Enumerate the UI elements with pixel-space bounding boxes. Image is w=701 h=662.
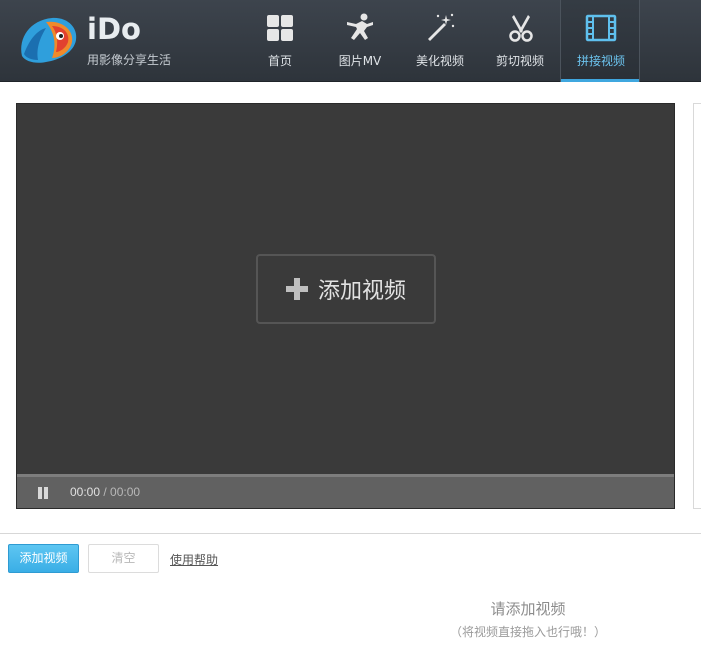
clear-button[interactable]: 清空 — [88, 544, 159, 573]
help-link[interactable]: 使用帮助 — [170, 551, 218, 568]
nav-item-label: 图片MV — [338, 54, 382, 68]
empty-state-title: 请添加视频 — [490, 600, 566, 618]
add-video-placeholder-button[interactable]: 添加视频 — [256, 254, 436, 324]
player-controls: 00:00 / 00:00 — [17, 477, 674, 508]
nav-item-beautify-video[interactable]: 美化视频 — [400, 0, 480, 82]
nav-item-photo-mv[interactable]: 图片MV — [320, 0, 400, 82]
film-strip-icon — [585, 14, 617, 42]
magic-wand-icon — [428, 13, 455, 41]
nav-item-label: 首页 — [267, 54, 292, 68]
video-player: 添加视频 00:00 / 00:00 — [16, 103, 675, 509]
nav-item-label: 剪切视频 — [495, 54, 544, 68]
add-video-button[interactable]: 添加视频 — [8, 544, 79, 573]
grid-icon — [267, 15, 293, 41]
pause-icon[interactable] — [37, 487, 49, 499]
time-separator: / — [100, 485, 111, 499]
nav-item-merge-video[interactable]: 拼接视频 — [560, 0, 640, 82]
time-display: 00:00 / 00:00 — [70, 485, 140, 499]
dancer-icon — [347, 13, 373, 40]
divider — [0, 533, 701, 534]
nav-item-home[interactable]: 首页 — [240, 0, 320, 82]
plus-icon — [285, 278, 308, 300]
total-time: 00:00 — [110, 485, 141, 499]
clip-list-panel — [693, 103, 701, 509]
scissors-icon — [509, 15, 533, 42]
nav-item-label: 拼接视频 — [576, 54, 625, 68]
brand-slogan: 用影像分享生活 — [87, 53, 172, 67]
add-video-placeholder-label: 添加视频 — [317, 279, 406, 304]
main-nav: 首页 图片MV 美化视频 剪切视频 拼接视频 — [240, 0, 640, 82]
ido-logo-icon — [21, 17, 77, 63]
nav-item-label: 美化视频 — [415, 54, 464, 68]
nav-item-cut-video[interactable]: 剪切视频 — [480, 0, 560, 82]
brand-name: iDo — [87, 12, 141, 46]
empty-state-hint: （将视频直接拖入也行哦！） — [449, 625, 606, 639]
app-header: iDo 用影像分享生活 首页 图片MV 美化视频 剪切视频 拼接视频 — [0, 0, 701, 82]
current-time: 00:00 — [70, 485, 101, 499]
